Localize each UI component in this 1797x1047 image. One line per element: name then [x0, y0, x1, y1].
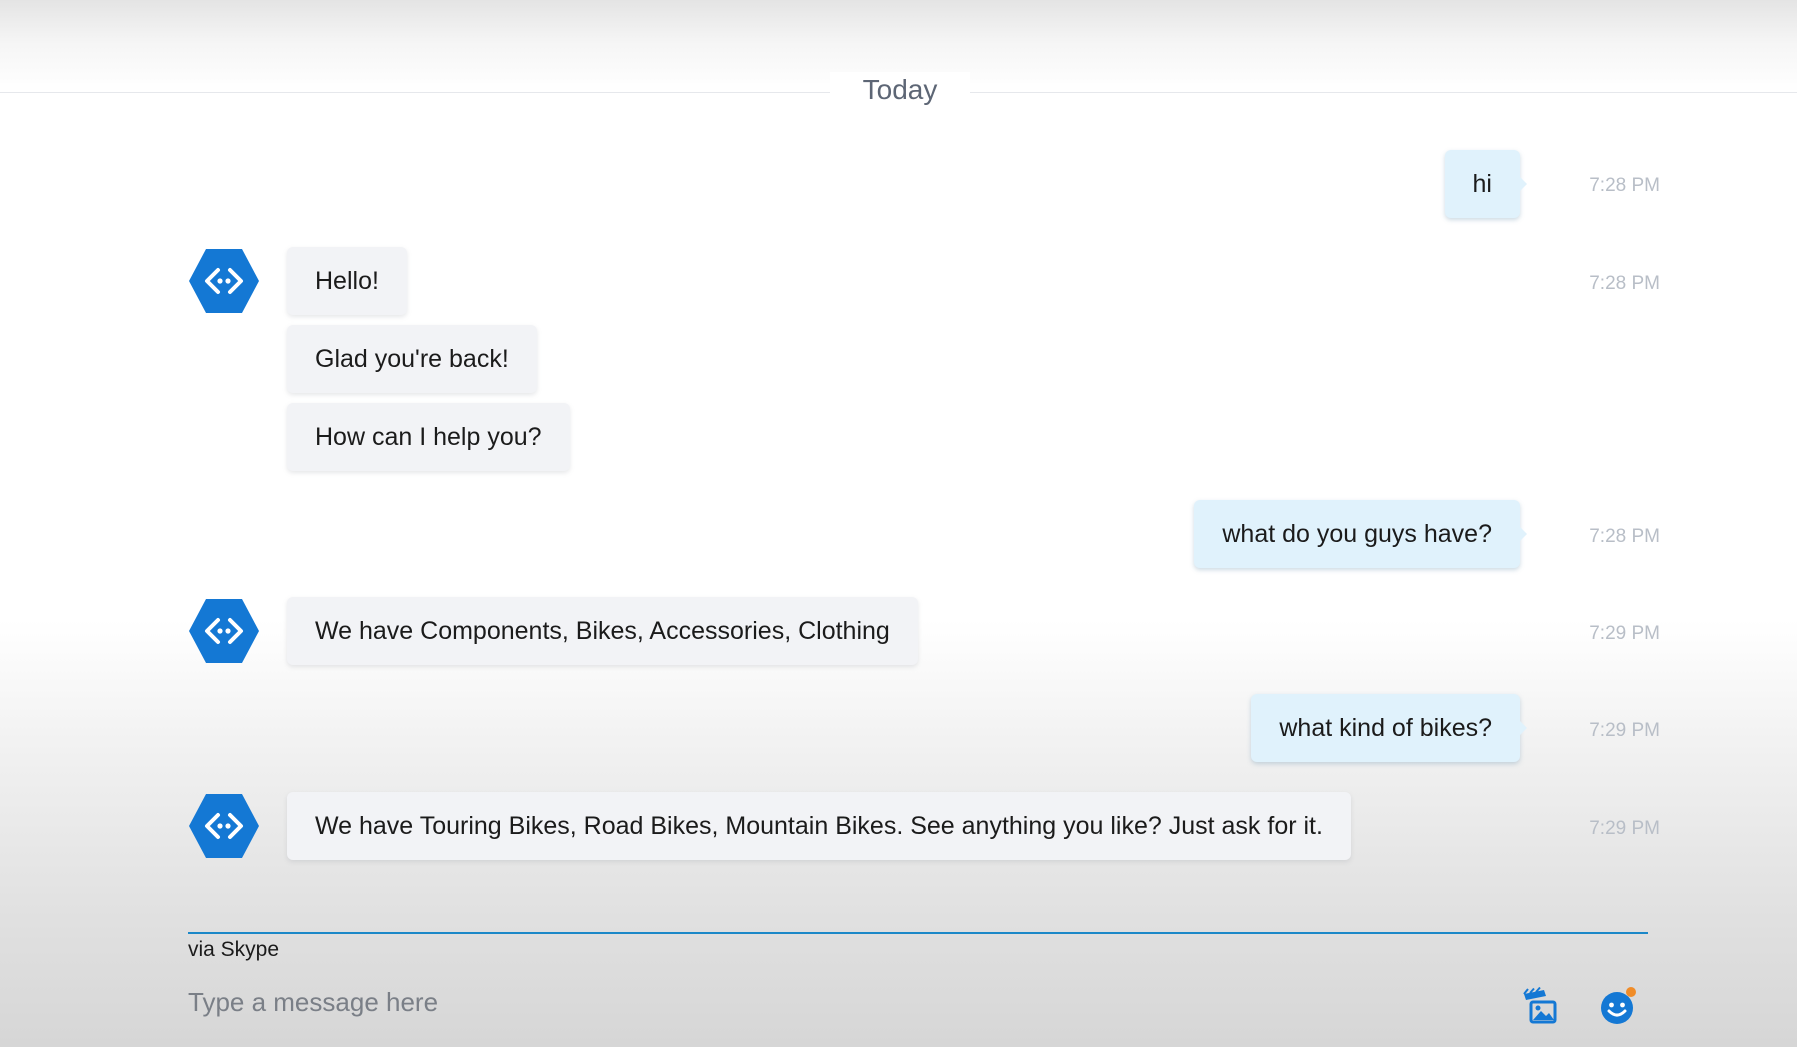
- composer-divider: [188, 932, 1648, 934]
- message-timestamp: 7:29 PM: [1589, 720, 1660, 741]
- bot-avatar-dot: [225, 823, 231, 829]
- message-text: what do you guys have?: [1222, 520, 1492, 548]
- message-timestamp: 7:28 PM: [1589, 526, 1660, 547]
- message-timestamp: 7:28 PM: [1589, 175, 1660, 196]
- send-media-button[interactable]: [1518, 984, 1562, 1028]
- bot-avatar-dot: [217, 628, 223, 634]
- message-timestamp: 7:29 PM: [1589, 818, 1660, 839]
- message-text: We have Components, Bikes, Accessories, …: [315, 617, 890, 645]
- bot-avatar-icon: [188, 248, 260, 314]
- bot-message-bubble: Hello!: [287, 247, 407, 315]
- emoji-icon: [1601, 987, 1636, 1024]
- bot-avatar-dot: [225, 628, 231, 634]
- message-text: Glad you're back!: [315, 345, 509, 373]
- message-text: hi: [1472, 170, 1492, 198]
- emoji-button[interactable]: [1596, 984, 1640, 1028]
- message-input[interactable]: [188, 982, 1488, 1022]
- via-channel-label: via Skype: [188, 938, 280, 961]
- bot-avatar-icon: [188, 598, 260, 664]
- message-text: Hello!: [315, 267, 379, 295]
- message-text: what kind of bikes?: [1279, 714, 1492, 742]
- message-text: How can I help you?: [315, 423, 542, 451]
- media-send-icon: [1523, 986, 1557, 1024]
- bot-message-bubble: We have Components, Bikes, Accessories, …: [287, 597, 918, 665]
- bot-avatar-icon: [188, 793, 260, 859]
- bot-message-bubble: Glad you're back!: [287, 325, 537, 393]
- message-timestamp: 7:28 PM: [1589, 273, 1660, 294]
- bot-avatar-dot: [225, 278, 231, 284]
- bot-avatar-hexagon: [189, 599, 259, 663]
- user-message-bubble: what do you guys have?: [1194, 500, 1527, 568]
- bot-message-bubble: How can I help you?: [287, 403, 570, 471]
- bot-avatar-hexagon: [189, 794, 259, 858]
- bot-avatar-hexagon: [189, 249, 259, 313]
- message-timestamp: 7:29 PM: [1589, 623, 1660, 644]
- date-divider-label: Today: [830, 72, 970, 108]
- user-message-bubble: what kind of bikes?: [1251, 694, 1527, 762]
- bot-avatar-dot: [217, 278, 223, 284]
- bot-avatar-dot: [217, 823, 223, 829]
- notification-badge: [1626, 987, 1636, 997]
- user-message-bubble: hi: [1444, 150, 1528, 218]
- message-text: We have Touring Bikes, Road Bikes, Mount…: [315, 812, 1323, 840]
- bot-message-bubble: We have Touring Bikes, Road Bikes, Mount…: [287, 792, 1351, 860]
